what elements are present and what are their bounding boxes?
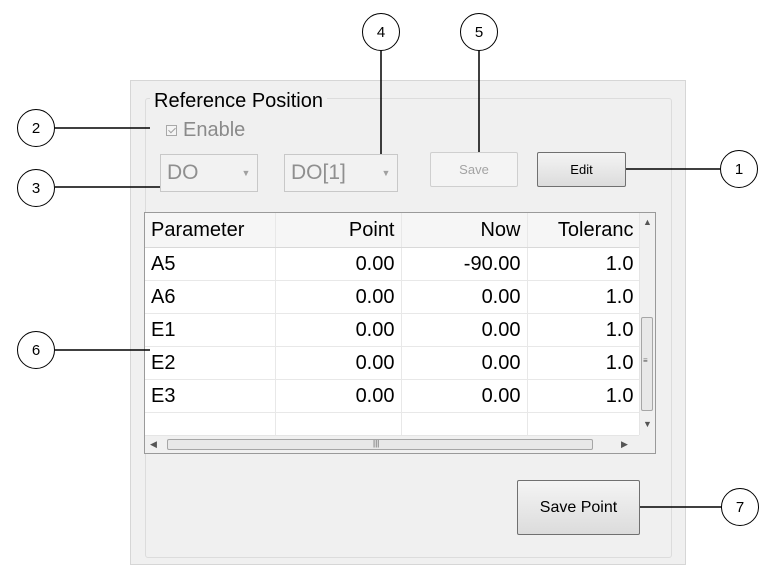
callout-7: 7 bbox=[721, 488, 759, 526]
callout-2: 2 bbox=[17, 109, 55, 147]
callout-3: 3 bbox=[17, 169, 55, 207]
callout-4: 4 bbox=[362, 13, 400, 51]
callout-lines bbox=[55, 51, 721, 508]
callout-5: 5 bbox=[460, 13, 498, 51]
callout-6: 6 bbox=[17, 331, 55, 369]
callout-1: 1 bbox=[720, 150, 758, 188]
